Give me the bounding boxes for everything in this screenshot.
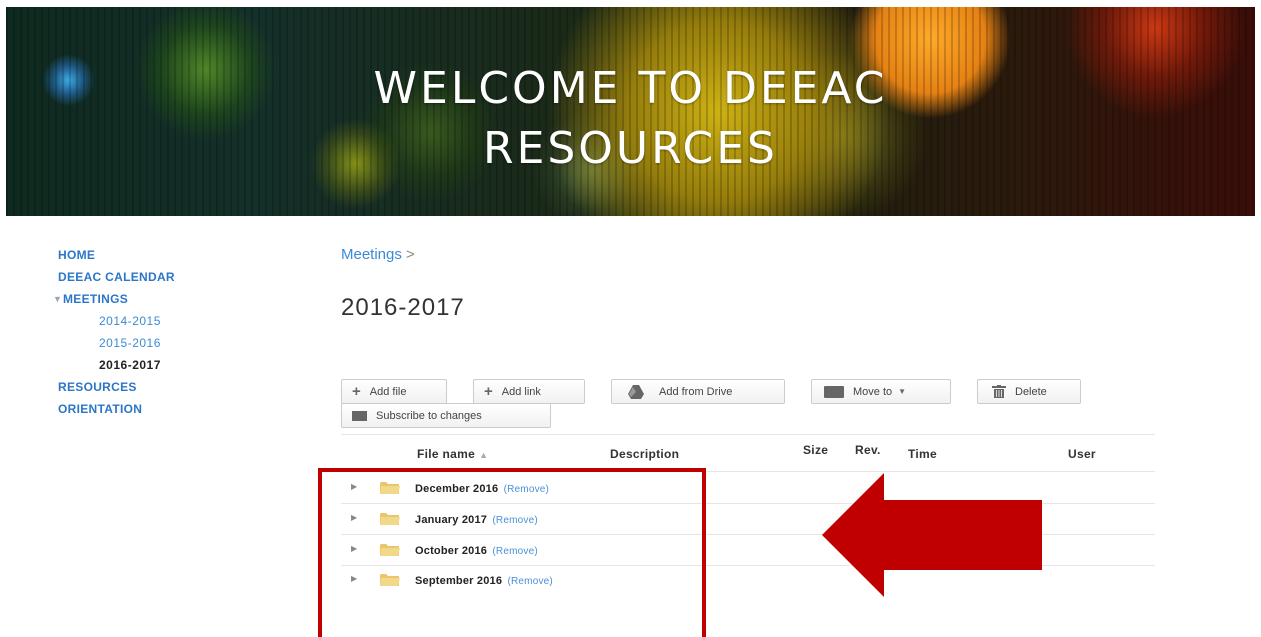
page-title: 2016-2017 xyxy=(341,294,465,321)
add-from-drive-button[interactable]: Add from Drive xyxy=(611,379,785,404)
sidebar-subitem-2016-2017[interactable]: 2016-2017 xyxy=(58,354,258,376)
caret-down-icon: ▼ xyxy=(898,387,907,396)
banner-title-line1: WELCOME TO DEEAC xyxy=(373,63,888,114)
banner-title-line2: RESOURCES xyxy=(483,123,778,174)
sidebar-subitem-2015-2016[interactable]: 2015-2016 xyxy=(58,332,258,354)
column-header-user[interactable]: User xyxy=(1068,447,1096,461)
move-to-label: Move to xyxy=(853,385,893,398)
mail-icon xyxy=(352,410,367,421)
breadcrumb: Meetings > xyxy=(341,246,415,263)
sidebar-item-deeac-calendar[interactable]: DEEAC CALENDAR xyxy=(58,266,258,288)
column-header-time[interactable]: Time xyxy=(908,447,937,461)
add-link-label: Add link xyxy=(501,385,541,398)
sort-up-icon: ▲ xyxy=(479,450,489,460)
sidebar-item-meetings[interactable]: ▼ MEETINGS xyxy=(53,288,258,310)
column-header-file-name[interactable]: File name ▲ xyxy=(417,447,488,461)
annotation-arrow xyxy=(822,473,1042,597)
sidebar-item-resources[interactable]: RESOURCES xyxy=(58,376,258,398)
delete-label: Delete xyxy=(1015,385,1047,398)
collapse-caret-icon[interactable]: ▼ xyxy=(53,288,62,310)
sidebar-nav: HOME DEEAC CALENDAR ▼ MEETINGS 2014-2015… xyxy=(53,244,258,420)
column-header-file-name-label: File name xyxy=(417,447,476,461)
sidebar-subitem-2014-2015[interactable]: 2014-2015 xyxy=(58,310,258,332)
add-file-label: Add file xyxy=(369,385,407,398)
subscribe-label: Subscribe to changes xyxy=(376,409,482,422)
delete-button[interactable]: Delete xyxy=(977,379,1081,404)
plus-icon: + xyxy=(352,383,361,400)
breadcrumb-separator: > xyxy=(405,246,415,263)
banner-title: WELCOME TO DEEAC RESOURCES xyxy=(6,59,1255,179)
sidebar-item-meetings-label[interactable]: MEETINGS xyxy=(63,292,128,306)
sidebar-item-orientation[interactable]: ORIENTATION xyxy=(58,398,258,420)
breadcrumb-meetings-link[interactable]: Meetings xyxy=(341,246,402,263)
move-to-dropdown[interactable]: Move to ▼ xyxy=(811,379,951,404)
subscribe-button[interactable]: Subscribe to changes xyxy=(341,403,551,428)
column-header-description[interactable]: Description xyxy=(610,447,679,461)
sidebar-item-home[interactable]: HOME xyxy=(58,244,258,266)
folder-icon xyxy=(824,385,844,398)
plus-icon: + xyxy=(484,383,493,400)
column-header-rev[interactable]: Rev. xyxy=(855,443,881,457)
annotation-highlight-box xyxy=(318,468,706,637)
header-banner: WELCOME TO DEEAC RESOURCES xyxy=(6,7,1255,216)
add-file-button[interactable]: + Add file xyxy=(341,379,447,404)
trash-icon xyxy=(992,385,1006,398)
table-top-divider xyxy=(341,434,1155,435)
drive-icon xyxy=(628,384,644,399)
add-from-drive-label: Add from Drive xyxy=(659,385,733,398)
column-header-size[interactable]: Size xyxy=(803,443,828,457)
add-link-button[interactable]: + Add link xyxy=(473,379,585,404)
